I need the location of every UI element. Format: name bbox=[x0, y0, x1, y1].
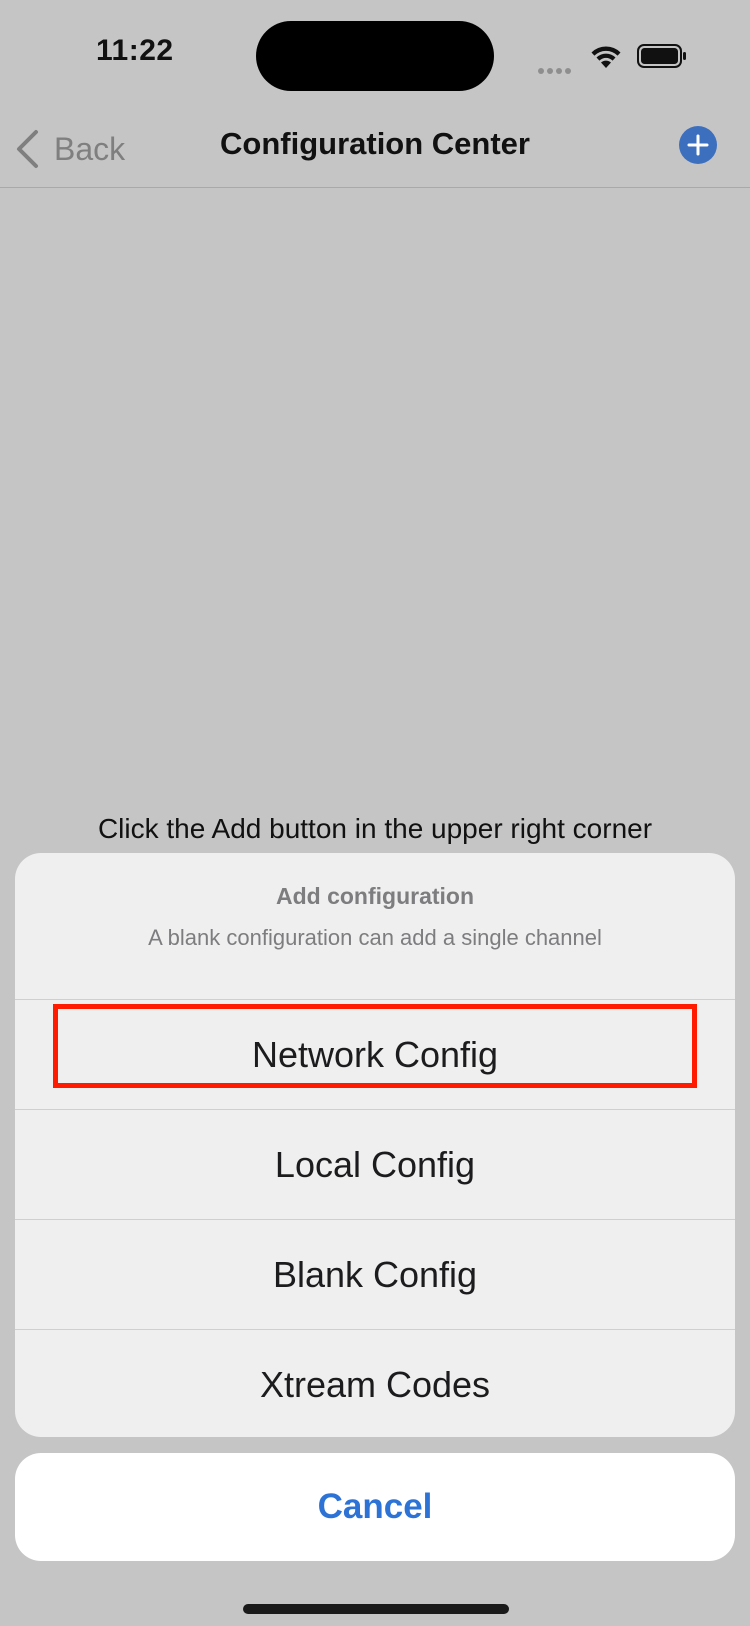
option-label: Network Config bbox=[251, 1033, 499, 1075]
battery-icon bbox=[637, 44, 686, 68]
action-sheet: Add configuration A blank configuration … bbox=[15, 853, 735, 1437]
option-label: Blank Config bbox=[272, 1253, 478, 1295]
dynamic-island bbox=[256, 21, 494, 91]
add-button[interactable] bbox=[679, 126, 717, 164]
navigation-bar: Back Configuration Center bbox=[0, 110, 750, 188]
option-label: Xtream Codes bbox=[259, 1363, 491, 1405]
status-time: 11:22 bbox=[96, 34, 174, 67]
network-config-option[interactable]: Network Config bbox=[15, 1000, 735, 1110]
page-title: Configuration Center bbox=[220, 126, 530, 161]
option-label: Local Config bbox=[274, 1143, 476, 1185]
plus-circle-icon bbox=[687, 134, 709, 156]
wifi-icon bbox=[591, 46, 621, 68]
cancel-label: Cancel bbox=[317, 1487, 433, 1526]
home-indicator bbox=[243, 1604, 509, 1614]
action-sheet-title: Add configuration bbox=[275, 883, 475, 909]
cellular-signal-icon bbox=[538, 61, 576, 74]
empty-state-hint: Click the Add button in the upper right … bbox=[97, 813, 653, 844]
blank-config-option[interactable]: Blank Config bbox=[15, 1220, 735, 1330]
cancel-button[interactable]: Cancel bbox=[15, 1453, 735, 1561]
status-bar: 11:22 bbox=[0, 0, 750, 110]
local-config-option[interactable]: Local Config bbox=[15, 1110, 735, 1220]
action-sheet-message: A blank configuration can add a single c… bbox=[148, 925, 602, 950]
xtream-codes-option[interactable]: Xtream Codes bbox=[15, 1330, 735, 1437]
action-sheet-header: Add configuration A blank configuration … bbox=[15, 853, 735, 1000]
